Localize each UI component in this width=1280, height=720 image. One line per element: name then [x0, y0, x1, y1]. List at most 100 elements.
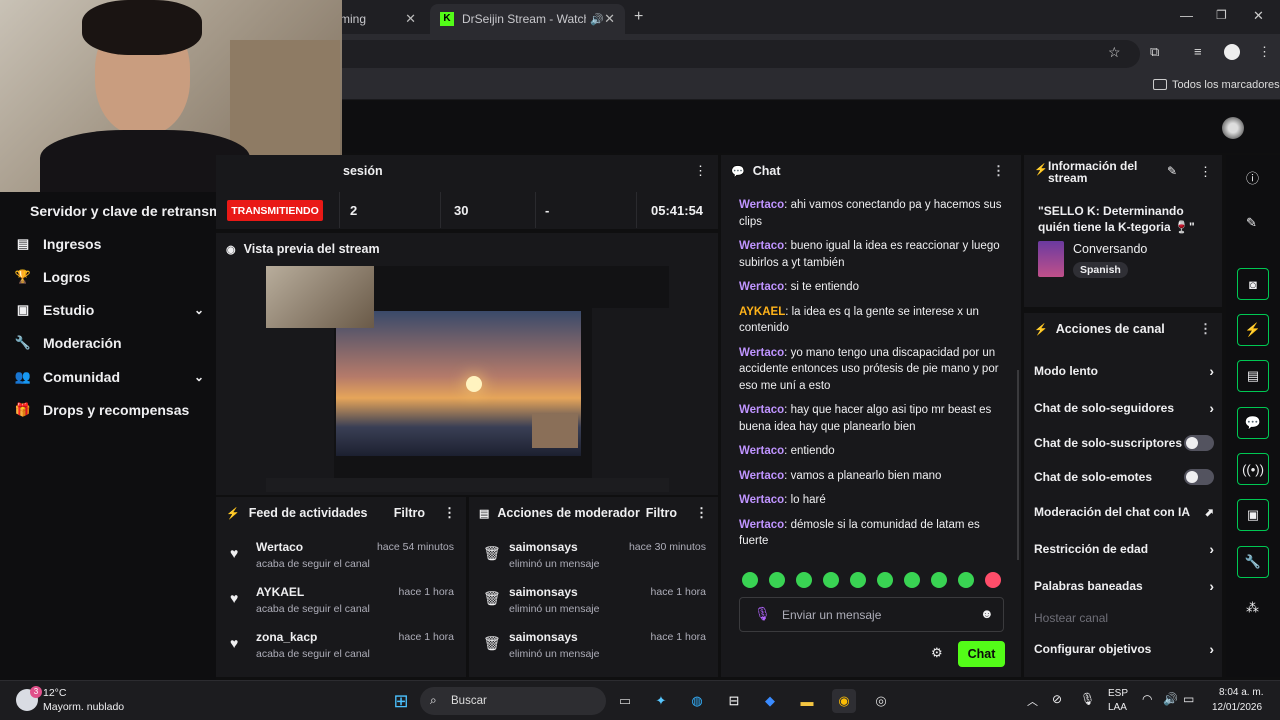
chat-username[interactable]: Wertaco: [739, 404, 784, 416]
new-tab-button[interactable]: +: [634, 8, 643, 26]
wifi-icon[interactable]: ◠: [1142, 692, 1152, 706]
browser-tab-active[interactable]: K DrSeijin Stream - Watch Liv 🔊 ✕: [430, 4, 625, 34]
list-item[interactable]: ♥ AYKAEL acaba de seguir el canal hace 1…: [216, 582, 466, 626]
minimize-icon[interactable]: —: [1180, 8, 1193, 23]
list-item[interactable]: 🗑 saimonsays eliminó un mensaje hace 30 …: [469, 537, 718, 581]
edit-pencil-icon[interactable]: ✎: [1167, 164, 1177, 178]
emote-icon[interactable]: [769, 572, 785, 588]
chevron-down-icon[interactable]: ⌄: [194, 370, 204, 384]
chrome-icon[interactable]: ◉: [832, 689, 856, 713]
action-goals[interactable]: Configurar objetivos ›: [1024, 634, 1224, 664]
settings-gear-icon[interactable]: ⚙: [931, 645, 943, 661]
tray-chevron-icon[interactable]: ︿: [1027, 693, 1038, 709]
action-banned-words[interactable]: Palabras baneadas ›: [1024, 571, 1224, 601]
list-item[interactable]: ♥ zona_kacp acaba de seguir el canal hac…: [216, 627, 466, 671]
filter-button[interactable]: Filtro: [646, 506, 677, 520]
obs-icon[interactable]: ◎: [869, 689, 893, 713]
sidebar-item-drops[interactable]: 🎁 Drops y recompensas: [14, 398, 204, 422]
sidebar-item-logros[interactable]: 🏆 Logros: [14, 265, 204, 289]
chat-username[interactable]: Wertaco: [739, 519, 784, 531]
emote-icon[interactable]: [742, 572, 758, 588]
browser-tab[interactable]: ming ✕: [330, 4, 426, 34]
close-window-icon[interactable]: ✕: [1253, 8, 1264, 24]
more-icon[interactable]: ⋮: [443, 505, 456, 521]
chat-send-button[interactable]: Chat: [958, 641, 1005, 667]
more-icon[interactable]: ⋮: [1199, 321, 1212, 337]
sidebar-item-moderacion[interactable]: 🔧 Moderación: [14, 331, 204, 355]
category-thumbnail[interactable]: [1038, 241, 1064, 277]
chat-username[interactable]: Wertaco: [739, 494, 784, 506]
volume-icon[interactable]: 🔊: [1163, 692, 1178, 706]
chat-username[interactable]: Wertaco: [739, 445, 784, 457]
maximize-icon[interactable]: ❐: [1216, 8, 1227, 22]
chevron-down-icon[interactable]: ⌄: [194, 303, 204, 317]
chat-username[interactable]: Wertaco: [739, 281, 784, 293]
network-off-icon[interactable]: ⊘: [1052, 692, 1062, 706]
mic-tray-icon[interactable]: 🎙: [1080, 692, 1095, 706]
emote-icon[interactable]: [823, 572, 839, 588]
emote-icon[interactable]: [931, 572, 947, 588]
task-view-icon[interactable]: ▭: [613, 689, 637, 713]
clock-time[interactable]: 8:04 a. m.: [1219, 687, 1263, 698]
list-item[interactable]: 🗑 saimonsays eliminó un mensaje hace 1 h…: [469, 627, 718, 671]
clock-date[interactable]: 12/01/2026: [1212, 702, 1262, 713]
language-layout[interactable]: LAA: [1108, 702, 1127, 713]
more-icon[interactable]: ⋮: [992, 163, 1005, 179]
sidebar-item-comunidad[interactable]: 👥 Comunidad ⌄: [14, 365, 204, 389]
address-bar[interactable]: [320, 40, 1140, 68]
dropbox-icon[interactable]: ◆: [758, 689, 782, 713]
stream-key-label[interactable]: Servidor y clave de retransm: [30, 203, 216, 219]
windows-start-icon[interactable]: ⊞: [389, 689, 413, 713]
action-ai-moderation[interactable]: Moderación del chat con IA ⬈: [1024, 497, 1224, 527]
info-icon[interactable]: ⓘ: [1246, 168, 1259, 187]
action-emotes-only[interactable]: Chat de solo-emotes: [1024, 462, 1224, 492]
stream-preview-video[interactable]: [266, 266, 669, 492]
filter-button[interactable]: Filtro: [394, 506, 425, 520]
store-icon[interactable]: ⊟: [722, 689, 746, 713]
action-slow-mode[interactable]: Modo lento ›: [1024, 356, 1224, 386]
mic-icon[interactable]: 🎙: [754, 606, 771, 622]
star-icon[interactable]: ☆: [1108, 44, 1121, 61]
action-age-restriction[interactable]: Restricción de edad ›: [1024, 534, 1224, 564]
chat-username[interactable]: AYKAEL: [739, 306, 785, 318]
subs-only-toggle[interactable]: [1184, 435, 1214, 451]
mod-view-button[interactable]: ▣: [1237, 499, 1269, 531]
tools-button[interactable]: 🔧: [1237, 546, 1269, 578]
sidebar-item-estudio[interactable]: ▣ Estudio ⌄: [14, 298, 204, 322]
community-icon[interactable]: ⁂: [1246, 600, 1259, 616]
user-avatar[interactable]: [1222, 117, 1244, 139]
taskbar-search[interactable]: ⌕ Buscar: [420, 687, 606, 715]
profile-avatar[interactable]: [1224, 44, 1240, 60]
copilot-icon[interactable]: ✦: [649, 689, 673, 713]
emote-icon[interactable]: [958, 572, 974, 588]
camera-button[interactable]: ◙: [1237, 268, 1269, 300]
category-name[interactable]: Conversando: [1073, 242, 1147, 256]
more-icon[interactable]: ⋮: [1199, 164, 1212, 180]
emote-icon[interactable]: [904, 572, 920, 588]
chat-username[interactable]: Wertaco: [739, 347, 784, 359]
action-subs-only[interactable]: Chat de solo-suscriptores: [1024, 428, 1224, 458]
emotes-only-toggle[interactable]: [1184, 469, 1214, 485]
chat-username[interactable]: Wertaco: [739, 470, 784, 482]
chat-scrollbar[interactable]: [1017, 370, 1019, 560]
chat-username[interactable]: Wertaco: [739, 240, 784, 252]
emote-icon[interactable]: [796, 572, 812, 588]
kebab-menu-icon[interactable]: ⋮: [1258, 44, 1271, 60]
file-explorer-icon[interactable]: ▬: [795, 689, 819, 713]
close-icon[interactable]: ✕: [604, 11, 615, 27]
chat-input[interactable]: 🎙 Enviar un mensaje ☻: [739, 597, 1004, 632]
media-icon[interactable]: ≡: [1194, 44, 1202, 59]
extensions-icon[interactable]: ⧉: [1150, 44, 1159, 60]
more-icon[interactable]: ⋮: [695, 505, 708, 521]
bolt-button[interactable]: ⚡: [1237, 314, 1269, 346]
more-icon[interactable]: ⋮: [694, 163, 707, 179]
emote-icon[interactable]: [877, 572, 893, 588]
language-code[interactable]: ESP: [1108, 688, 1128, 699]
close-icon[interactable]: ✕: [405, 11, 416, 27]
emote-icon[interactable]: [850, 572, 866, 588]
edit-icon[interactable]: ✎: [1246, 215, 1257, 231]
chat-button[interactable]: 💬: [1237, 407, 1269, 439]
all-bookmarks[interactable]: Todos los marcadores: [1172, 79, 1280, 91]
sidebar-item-ingresos[interactable]: ▤ Ingresos: [14, 232, 204, 256]
edge-icon[interactable]: ◍: [685, 689, 709, 713]
